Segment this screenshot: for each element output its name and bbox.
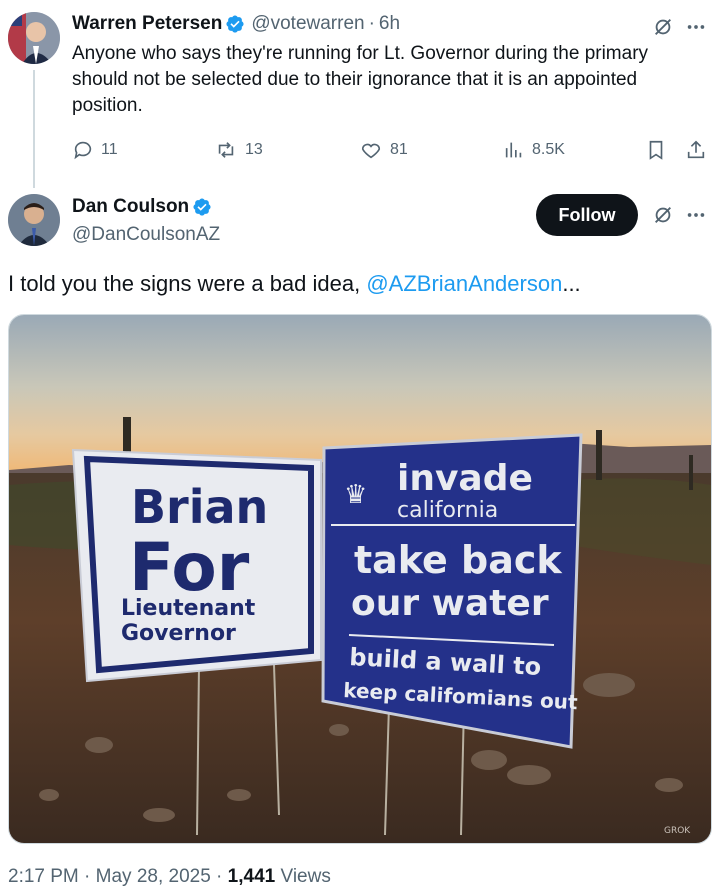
right-sign-line3: take back <box>354 538 562 582</box>
tweet-image[interactable]: Brian For Lieutenant Governor ♛ invade c… <box>8 314 712 844</box>
image-watermark: GROK <box>664 826 691 836</box>
views-label: Views <box>275 866 331 887</box>
main-tweet-author: Dan Coulson <box>72 196 212 218</box>
mention-link[interactable]: @AZBrianAnderson <box>366 271 562 296</box>
more-icon[interactable] <box>685 204 707 226</box>
right-sign: ♛ invade california take back our water … <box>321 433 583 749</box>
author-handle[interactable]: @DanCoulsonAZ <box>72 224 220 246</box>
like-button[interactable]: 81 <box>359 139 408 161</box>
tweet-meta: 2:17 PM · May 28, 2025 · 1,441 Views <box>8 866 331 888</box>
right-sign-line2: california <box>397 498 498 523</box>
tweet-text-ellipsis: ... <box>562 271 581 296</box>
repost-count: 13 <box>245 141 263 158</box>
views-icon <box>505 142 522 158</box>
verified-badge-icon <box>226 15 244 33</box>
bookmark-icon[interactable] <box>645 139 667 161</box>
tweet-text: I told you the signs were a bad idea, <box>8 271 367 296</box>
reply-button[interactable]: 11 <box>72 139 118 161</box>
parent-tweet-text: Anyone who says they're running for Lt. … <box>72 43 649 116</box>
author-handle[interactable]: @votewarren <box>251 13 364 35</box>
right-sign-line1: invade <box>397 458 533 499</box>
left-sign-line1: Brian <box>131 480 268 534</box>
reply-count: 11 <box>101 141 118 158</box>
share-icon[interactable] <box>685 139 707 161</box>
author-name[interactable]: Warren Petersen <box>72 13 222 35</box>
author-name[interactable]: Dan Coulson <box>72 196 189 218</box>
crown-mark: ♛ <box>344 480 367 510</box>
views-number: 1,441 <box>227 866 276 887</box>
repost-button[interactable]: 13 <box>214 139 263 161</box>
parent-tweet-header: Warren Petersen @votewarren · 6h <box>72 13 400 35</box>
views-button[interactable]: 8.5K <box>503 139 565 161</box>
thread-connector <box>33 70 35 188</box>
grok-icon[interactable] <box>652 204 674 226</box>
heart-icon <box>361 143 381 159</box>
warren-avatar[interactable] <box>8 12 60 64</box>
separator-dot: · <box>368 13 375 34</box>
views-count: 8.5K <box>532 141 565 158</box>
verified-badge-icon <box>193 198 211 216</box>
dan-avatar[interactable] <box>8 194 60 246</box>
left-sign-line4: Governor <box>121 621 236 646</box>
right-sign-line4: our water <box>351 583 549 624</box>
reply-icon <box>74 141 92 160</box>
tweet-time[interactable]: 6h <box>379 13 400 35</box>
tweet-timestamp[interactable]: 2:17 PM · May 28, 2025 · <box>8 866 228 887</box>
follow-button[interactable]: Follow <box>536 194 638 236</box>
more-icon[interactable] <box>685 16 707 38</box>
left-sign-line2: For <box>129 529 250 606</box>
like-count: 81 <box>390 141 408 158</box>
main-tweet-text: I told you the signs were a bad idea, @A… <box>8 270 581 298</box>
grok-icon[interactable] <box>652 16 674 38</box>
left-sign-line3: Lieutenant <box>121 596 256 621</box>
left-sign: Brian For Lieutenant Governor <box>71 448 322 683</box>
repost-icon <box>218 142 234 158</box>
